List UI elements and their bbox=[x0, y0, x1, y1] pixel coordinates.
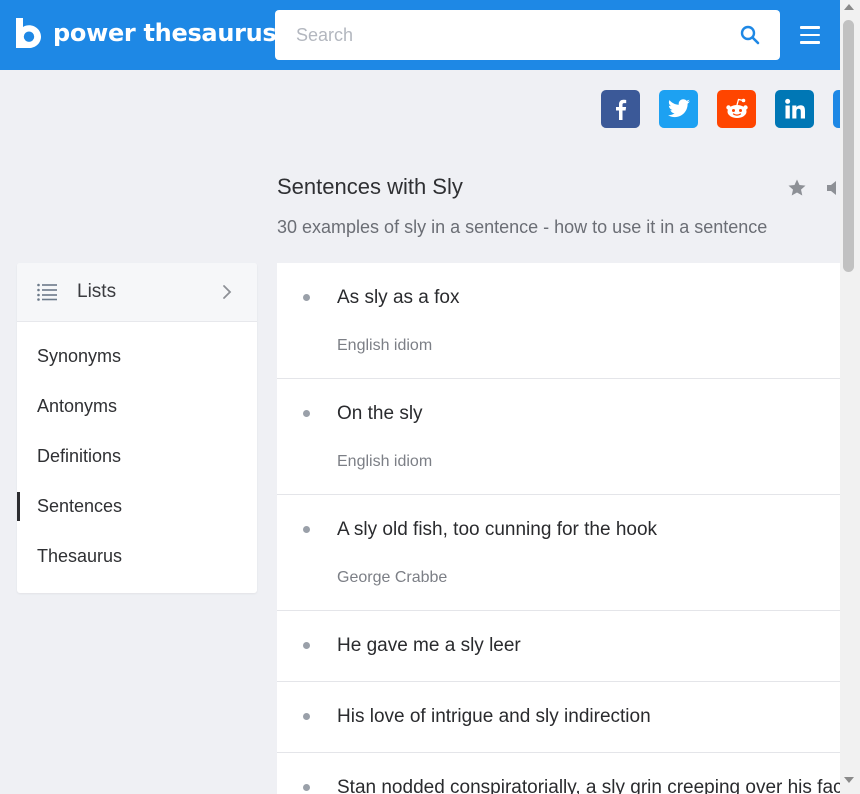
brand-name: power thesaurus bbox=[53, 19, 277, 47]
sidebar-item-synonyms[interactable]: Synonyms bbox=[17, 331, 257, 381]
star-icon[interactable] bbox=[787, 178, 807, 198]
sidebar-item-sentences[interactable]: Sentences bbox=[17, 481, 257, 531]
list-item[interactable]: As sly as a fox English idiom bbox=[277, 263, 840, 379]
twitter-icon bbox=[667, 99, 690, 118]
bullet-icon bbox=[303, 294, 310, 301]
linkedin-icon bbox=[784, 98, 805, 119]
search-box bbox=[275, 10, 780, 60]
search-input[interactable] bbox=[275, 11, 715, 59]
list-item[interactable]: He gave me a sly leer bbox=[277, 611, 840, 682]
sentence-source: English idiom bbox=[337, 453, 433, 470]
share-linkedin-button[interactable] bbox=[775, 90, 814, 128]
share-facebook-button[interactable] bbox=[601, 90, 640, 128]
bullet-icon bbox=[303, 526, 310, 533]
sidebar-item-label: Sentences bbox=[37, 495, 123, 516]
logo[interactable]: power thesaurus bbox=[16, 18, 277, 48]
sentence-text: As sly as a fox bbox=[337, 287, 460, 308]
sentence-text: His love of intrigue and sly indirection bbox=[337, 706, 651, 727]
page: power thesaurus Search Sentences with Sl… bbox=[0, 0, 860, 794]
hamburger-menu-icon[interactable] bbox=[800, 26, 820, 44]
lists-header[interactable]: Lists bbox=[17, 263, 257, 322]
lists-sidebar: Lists Synonyms Antonyms Definitions Sent… bbox=[17, 263, 257, 593]
list-item[interactable]: A sly old fish, too cunning for the hook… bbox=[277, 495, 840, 611]
chevron-right-icon[interactable] bbox=[221, 284, 233, 300]
sidebar-item-label: Definitions bbox=[37, 445, 122, 466]
sentence-text: He gave me a sly leer bbox=[337, 635, 521, 656]
sidebar-item-definitions[interactable]: Definitions bbox=[17, 431, 257, 481]
sidebar-item-antonyms[interactable]: Antonyms bbox=[17, 381, 257, 431]
facebook-icon bbox=[615, 99, 626, 120]
page-title: Sentences with Sly bbox=[277, 174, 463, 199]
reddit-icon bbox=[725, 98, 748, 118]
bullet-icon bbox=[303, 784, 310, 791]
scroll-down-arrow-icon[interactable] bbox=[844, 777, 854, 783]
lists-heading: Lists bbox=[77, 281, 117, 302]
list-item[interactable]: Stan nodded conspiratorially, a sly grin… bbox=[277, 753, 840, 794]
sentence-source: George Crabbe bbox=[337, 569, 448, 586]
page-subtitle: 30 examples of sly in a sentence - how t… bbox=[277, 217, 768, 237]
logo-mark-icon bbox=[16, 18, 42, 48]
sentence-text: Stan nodded conspiratorially, a sly grin… bbox=[337, 777, 840, 794]
bullet-icon bbox=[303, 713, 310, 720]
bullet-icon bbox=[303, 642, 310, 649]
scroll-up-arrow-icon[interactable] bbox=[844, 4, 854, 10]
sidebar-item-thesaurus[interactable]: Thesaurus bbox=[17, 531, 257, 581]
share-twitter-button[interactable] bbox=[659, 90, 698, 128]
sentence-source: English idiom bbox=[337, 337, 433, 354]
list-item[interactable]: His love of intrigue and sly indirection bbox=[277, 682, 840, 753]
sidebar-item-label: Thesaurus bbox=[37, 545, 123, 566]
sentence-text: On the sly bbox=[337, 403, 423, 424]
bullet-icon bbox=[303, 410, 310, 417]
sidebar-item-label: Antonyms bbox=[37, 395, 118, 416]
sentence-list: As sly as a fox English idiom On the sly… bbox=[277, 263, 840, 794]
list-item[interactable]: On the sly English idiom bbox=[277, 379, 840, 495]
lists-items: Synonyms Antonyms Definitions Sentences … bbox=[17, 322, 257, 581]
share-reddit-button[interactable] bbox=[717, 90, 756, 128]
share-more-button[interactable] bbox=[833, 90, 840, 128]
header-bar: power thesaurus bbox=[0, 0, 840, 70]
sentence-text: A sly old fish, too cunning for the hook bbox=[337, 519, 658, 540]
search-icon[interactable] bbox=[740, 25, 760, 45]
scrollbar-thumb[interactable] bbox=[843, 20, 854, 272]
list-icon bbox=[37, 283, 57, 301]
sidebar-item-label: Synonyms bbox=[37, 345, 122, 366]
